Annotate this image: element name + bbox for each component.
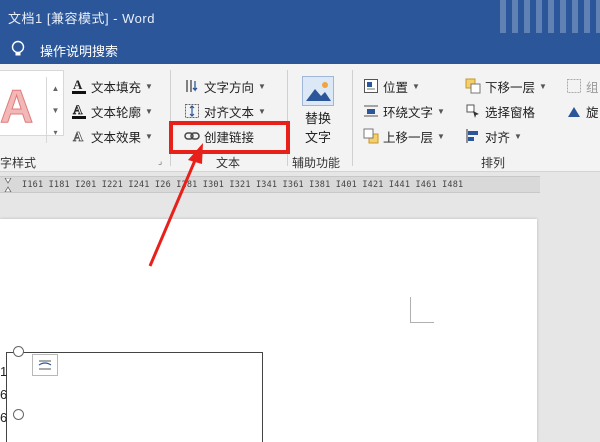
- text-group-label: 文本: [216, 156, 241, 170]
- text-box-content: 1 6 6: [0, 360, 7, 429]
- accessibility-group-label: 辅助功能: [292, 156, 341, 170]
- selection-pane-button[interactable]: 选择窗格: [464, 101, 535, 121]
- svg-text:A: A: [73, 130, 84, 144]
- text-fill-label: 文本填充: [91, 80, 142, 95]
- align-icon: [464, 127, 482, 145]
- resize-handle[interactable]: [13, 346, 24, 357]
- layout-options-button[interactable]: [32, 354, 58, 376]
- horizontal-ruler[interactable]: I161 I181 I201 I221 I241 I26 I281 I301 I…: [0, 176, 540, 193]
- indent-marker-icon[interactable]: [4, 178, 12, 192]
- wordart-group-label: 字样式: [0, 156, 37, 170]
- alt-text-icon: [302, 76, 334, 106]
- wrap-text-button[interactable]: 环绕文字 ▼: [362, 101, 445, 121]
- chevron-down-icon: ▼: [258, 81, 266, 91]
- alt-text-button[interactable]: 替换 文字: [296, 76, 340, 146]
- svg-text:A: A: [73, 78, 83, 92]
- wordart-a-icon: A: [0, 80, 34, 133]
- position-icon: [362, 77, 380, 95]
- text-fill-button[interactable]: A 文本填充 ▼: [70, 76, 153, 96]
- text-box-line: 1: [0, 364, 8, 379]
- ruler-ticks: I161 I181 I201 I221 I241 I26 I281 I301 I…: [22, 180, 464, 190]
- chevron-down-icon: ▼: [437, 131, 445, 141]
- wrap-text-icon: [362, 102, 380, 120]
- highlight-box: [169, 121, 290, 154]
- wordart-gallery-scroll[interactable]: ▲ ▼ ▾: [46, 77, 64, 143]
- text-direction-button[interactable]: 文字方向 ▼: [183, 76, 266, 96]
- send-backward-icon: [464, 77, 482, 95]
- text-effects-icon: A: [70, 127, 88, 145]
- bring-forward-button[interactable]: 上移一层 ▼: [362, 126, 445, 146]
- chevron-down-icon: ▼: [258, 106, 266, 116]
- group-divider: [352, 70, 353, 166]
- ribbon: A ▲ ▼ ▾ A 文本填充 ▼ A 文本轮廓 ▼ A 文本效果 ▼ 字样式 ⌟…: [0, 64, 600, 172]
- text-direction-label: 文字方向: [204, 80, 255, 95]
- chevron-down-icon: ▼: [437, 106, 445, 116]
- window-title: 文档1 [兼容模式] - Word: [8, 11, 155, 26]
- chevron-down-icon: ▼: [145, 81, 153, 91]
- align-label: 对齐: [485, 130, 511, 145]
- chevron-down-icon: ▼: [145, 131, 153, 141]
- chevron-down-icon: ▼: [145, 106, 153, 116]
- align-text-button[interactable]: 对齐文本 ▼: [183, 101, 266, 121]
- dialog-launcher-icon[interactable]: ⌟: [158, 156, 162, 167]
- text-outline-label: 文本轮廓: [91, 105, 142, 120]
- align-button[interactable]: 对齐 ▼: [464, 126, 522, 146]
- margin-corner-mark: [410, 297, 434, 323]
- text-effects-button[interactable]: A 文本效果 ▼: [70, 126, 153, 146]
- title-bar: 文档1 [兼容模式] - Word: [0, 0, 600, 48]
- group-label: 组: [586, 80, 599, 95]
- gallery-more-icon[interactable]: ▾: [47, 121, 64, 143]
- layout-options-icon: [38, 360, 52, 370]
- tell-me-search[interactable]: 操作说明搜索: [40, 41, 118, 60]
- chevron-down-icon: ▼: [539, 81, 547, 91]
- lightbulb-icon[interactable]: [10, 40, 26, 61]
- selection-pane-label: 选择窗格: [485, 105, 536, 120]
- group-button[interactable]: 组: [565, 76, 599, 96]
- resize-handle[interactable]: [13, 409, 24, 420]
- chevron-down-icon: ▼: [412, 81, 420, 91]
- rotate-label: 旋: [586, 105, 599, 120]
- rotate-icon: [565, 102, 583, 120]
- position-label: 位置: [383, 80, 409, 95]
- wordart-gallery[interactable]: A ▲ ▼ ▾: [0, 70, 64, 143]
- bring-forward-icon: [362, 127, 380, 145]
- chevron-down-icon: ▼: [514, 131, 522, 141]
- align-text-icon: [183, 102, 201, 120]
- selection-pane-icon: [464, 102, 482, 120]
- text-fill-icon: A: [70, 77, 88, 95]
- tell-me-bar: 操作说明搜索: [0, 33, 600, 64]
- send-backward-label: 下移一层: [485, 80, 536, 95]
- bring-forward-label: 上移一层: [383, 130, 434, 145]
- scroll-up-icon[interactable]: ▲: [47, 77, 64, 99]
- arrange-group-label: 排列: [481, 156, 506, 170]
- scroll-down-icon[interactable]: ▼: [47, 99, 64, 121]
- alt-text-label-line2: 文字: [304, 130, 331, 145]
- text-box-line: 6: [0, 410, 8, 425]
- wrap-text-label: 环绕文字: [383, 105, 434, 120]
- alt-text-label-line1: 替换: [304, 111, 331, 126]
- text-outline-button[interactable]: A 文本轮廓 ▼: [70, 101, 153, 121]
- text-direction-icon: [183, 77, 201, 95]
- group-icon: [565, 77, 583, 95]
- send-backward-button[interactable]: 下移一层 ▼: [464, 76, 547, 96]
- text-effects-label: 文本效果: [91, 130, 142, 145]
- svg-text:A: A: [73, 103, 83, 117]
- text-outline-icon: A: [70, 102, 88, 120]
- text-box-line: 6: [0, 387, 8, 402]
- align-text-label: 对齐文本: [204, 105, 255, 120]
- rotate-button[interactable]: 旋: [565, 101, 599, 121]
- position-button[interactable]: 位置 ▼: [362, 76, 420, 96]
